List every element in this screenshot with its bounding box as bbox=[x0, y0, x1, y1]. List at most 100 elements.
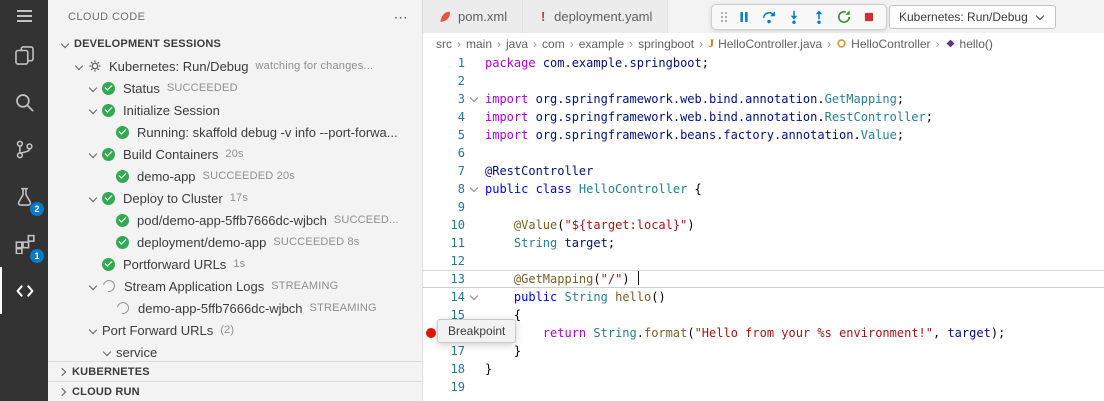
code-text: } bbox=[485, 342, 521, 360]
tree-item[interactable]: Portforward URLs1s bbox=[48, 253, 422, 275]
chevron-down-icon[interactable] bbox=[100, 345, 114, 359]
activity-item-extensions[interactable]: 1 bbox=[0, 220, 48, 267]
step-into-icon bbox=[786, 9, 802, 25]
maven-icon bbox=[438, 10, 452, 24]
chevron-down-icon[interactable] bbox=[86, 323, 100, 337]
sidebar-section-header[interactable]: CLOUD RUN bbox=[48, 381, 422, 401]
step-out-button[interactable] bbox=[807, 6, 831, 28]
code-text: public class HelloController { bbox=[485, 180, 702, 198]
fold-chevron-icon[interactable] bbox=[465, 90, 485, 108]
more-actions-button[interactable]: ⋯ bbox=[394, 10, 408, 24]
code-line[interactable]: 9 bbox=[423, 198, 1104, 216]
code-line[interactable]: 4import org.springframework.web.bind.ann… bbox=[423, 108, 1104, 126]
line-number: 17 bbox=[439, 342, 465, 360]
activity-item-search[interactable] bbox=[0, 79, 48, 126]
tree-item[interactable]: service bbox=[48, 341, 422, 361]
tree-item[interactable]: Build Containers20s bbox=[48, 143, 422, 165]
step-over-button[interactable] bbox=[757, 6, 781, 28]
tree-item-detail: SUCCEEDED 8s bbox=[273, 236, 359, 248]
tree-item[interactable]: Stream Application LogsSTREAMING bbox=[48, 275, 422, 297]
code-line[interactable]: 14 public String hello() bbox=[423, 288, 1104, 306]
tree-item-label: demo-app-5ffb7666dc-wjbch bbox=[138, 301, 303, 316]
code-token: target bbox=[565, 236, 608, 250]
pause-button[interactable] bbox=[732, 6, 756, 28]
breadcrumb-item[interactable]: java bbox=[506, 37, 528, 51]
code-token: Value bbox=[861, 128, 897, 142]
toolbar-drag-handle[interactable] bbox=[717, 6, 731, 28]
code-line[interactable]: 18} bbox=[423, 360, 1104, 378]
success-check-icon bbox=[102, 148, 115, 161]
code-token: public class bbox=[485, 182, 579, 196]
breadcrumb-item[interactable]: springboot bbox=[638, 37, 694, 51]
fold-chevron-icon[interactable] bbox=[465, 180, 485, 198]
code-line[interactable]: 13 @GetMapping("/") bbox=[423, 270, 1104, 288]
tree-item[interactable]: Kubernetes: Run/Debugwatching for change… bbox=[48, 55, 422, 77]
code-token: . bbox=[637, 326, 644, 340]
breadcrumb-item[interactable]: hello() bbox=[945, 37, 993, 51]
sidebar-section-header[interactable]: KUBERNETES bbox=[48, 361, 422, 381]
step-into-button[interactable] bbox=[782, 6, 806, 28]
fold-chevron-icon[interactable] bbox=[465, 288, 485, 306]
code-line[interactable]: 11 String target; bbox=[423, 234, 1104, 252]
tree-item[interactable]: Deploy to Cluster17s bbox=[48, 187, 422, 209]
chevron-down-icon[interactable] bbox=[86, 279, 100, 293]
line-number: 12 bbox=[439, 252, 465, 270]
line-number: 18 bbox=[439, 360, 465, 378]
tree-section-header[interactable]: DEVELOPMENT SESSIONS bbox=[48, 33, 422, 55]
tree-item[interactable]: demo-app-5ffb7666dc-wjbchSTREAMING bbox=[48, 297, 422, 319]
code-text: return String.format("Hello from your %s… bbox=[485, 324, 1005, 342]
breadcrumb-item[interactable]: main bbox=[466, 37, 492, 51]
activity-item-testing[interactable]: 2 bbox=[0, 173, 48, 220]
activity-item-cloud-code[interactable] bbox=[0, 267, 48, 314]
code-line[interactable]: 12 bbox=[423, 252, 1104, 270]
breadcrumb-item[interactable]: HelloController bbox=[836, 37, 930, 51]
code-line[interactable]: 8public class HelloController { bbox=[423, 180, 1104, 198]
code-line[interactable]: 5import org.springframework.beans.factor… bbox=[423, 126, 1104, 144]
debug-config-dropdown[interactable]: Kubernetes: Run/Debug bbox=[889, 5, 1056, 29]
tree-item[interactable]: deployment/demo-appSUCCEEDED 8s bbox=[48, 231, 422, 253]
fold-spacer bbox=[465, 54, 485, 72]
code-line[interactable]: 6 bbox=[423, 144, 1104, 162]
code-line[interactable]: 2 bbox=[423, 72, 1104, 90]
code-token: HelloController bbox=[579, 182, 687, 196]
code-line[interactable]: 17 } bbox=[423, 342, 1104, 360]
code-token: ; bbox=[897, 128, 904, 142]
chevron-down-icon[interactable] bbox=[72, 59, 86, 73]
code-line[interactable]: 7@RestController bbox=[423, 162, 1104, 180]
code-token bbox=[485, 218, 514, 232]
debug-gear-icon bbox=[87, 59, 102, 74]
tree-item[interactable]: Initialize Session bbox=[48, 99, 422, 121]
chevron-down-icon[interactable] bbox=[86, 147, 100, 161]
tree-item[interactable]: Port Forward URLs(2) bbox=[48, 319, 422, 341]
tree-item[interactable]: pod/demo-app-5ffb7666dc-wjbchSUCCEED... bbox=[48, 209, 422, 231]
tree-item[interactable]: demo-appSUCCEEDED 20s bbox=[48, 165, 422, 187]
code-line[interactable]: 3import org.springframework.web.bind.ann… bbox=[423, 90, 1104, 108]
stop-button[interactable] bbox=[857, 6, 881, 28]
chevron-down-icon[interactable] bbox=[86, 191, 100, 205]
code-token: GetMapping bbox=[825, 92, 897, 106]
code-line[interactable]: 1package com.example.springboot; bbox=[423, 54, 1104, 72]
activity-item-explorer[interactable] bbox=[0, 32, 48, 79]
chevron-down-icon[interactable] bbox=[86, 81, 100, 95]
menu-button[interactable] bbox=[0, 0, 48, 32]
tree-item-label: Initialize Session bbox=[123, 103, 220, 118]
editor-tab[interactable]: pom.xml bbox=[423, 0, 523, 33]
breadcrumb-item[interactable]: JHelloController.java bbox=[708, 36, 822, 51]
breadcrumb-item[interactable]: com bbox=[542, 37, 565, 51]
chevron-down-icon[interactable] bbox=[86, 103, 100, 117]
code-token bbox=[557, 290, 564, 304]
line-number: 14 bbox=[439, 288, 465, 306]
code-editor[interactable]: 1package com.example.springboot;23import… bbox=[423, 54, 1104, 401]
code-line[interactable]: 16 return String.format("Hello from your… bbox=[423, 324, 1104, 342]
tree-item[interactable]: Running: skaffold debug -v info --port-f… bbox=[48, 121, 422, 143]
editor-tab[interactable]: !deployment.yaml bbox=[523, 0, 668, 33]
restart-button[interactable] bbox=[832, 6, 856, 28]
breadcrumb-item[interactable]: src bbox=[436, 37, 452, 51]
code-line[interactable]: 10 @Value("${target:local}") bbox=[423, 216, 1104, 234]
code-line[interactable]: 15 { bbox=[423, 306, 1104, 324]
chevron-down-icon[interactable] bbox=[58, 37, 72, 51]
code-line[interactable]: 19 bbox=[423, 378, 1104, 396]
breadcrumb-item[interactable]: example bbox=[579, 37, 624, 51]
activity-item-source-control[interactable] bbox=[0, 126, 48, 173]
tree-item[interactable]: StatusSUCCEEDED bbox=[48, 77, 422, 99]
